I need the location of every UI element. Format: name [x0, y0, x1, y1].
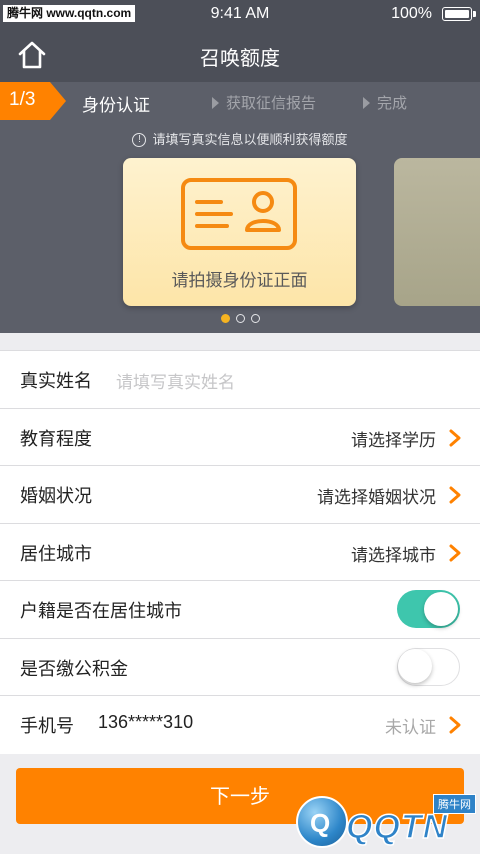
- education-select[interactable]: 请选择学历: [351, 426, 436, 451]
- name-row[interactable]: 真实姓名 请填写真实姓名: [0, 351, 480, 409]
- chevron-right-icon: [449, 716, 461, 734]
- carousel-dots: [0, 314, 480, 323]
- chevron-right-icon: [449, 486, 461, 504]
- id-card-banner: ! 请填写真实信息以便顺利获得额度 请拍摄身份证正面: [0, 120, 480, 333]
- phone-row[interactable]: 手机号 136*****310 未认证: [0, 696, 480, 754]
- step-indicator: 1/3 身份认证 获取征信报告 完成: [0, 82, 480, 120]
- step-next-done: 完成: [363, 92, 407, 113]
- city-row[interactable]: 居住城市 请选择城市: [0, 524, 480, 581]
- status-bar: 腾牛网 www.qqtn.com 9:41 AM 100%: [0, 0, 480, 28]
- fund-toggle[interactable]: [397, 647, 460, 686]
- city-label: 居住城市: [20, 543, 92, 565]
- triangle-right-icon: [212, 96, 219, 109]
- nav-bar: 召唤额度: [0, 28, 480, 82]
- name-input[interactable]: 请填写真实姓名: [116, 368, 235, 393]
- carousel-dot-2[interactable]: [235, 314, 245, 323]
- step-next-done-label: 完成: [377, 94, 408, 112]
- city-select[interactable]: 请选择城市: [351, 541, 436, 566]
- name-label: 真实姓名: [20, 371, 92, 392]
- education-label: 教育程度: [20, 428, 92, 450]
- id-card-icon: [181, 178, 297, 250]
- watermark-brand-sub: 腾牛网: [433, 794, 476, 814]
- hukou-toggle[interactable]: [397, 590, 460, 628]
- fund-row: 是否缴公积金: [0, 639, 480, 696]
- step-next-credit: 获取征信报告: [212, 92, 316, 113]
- page-title: 召唤额度: [200, 46, 280, 70]
- education-row[interactable]: 教育程度 请选择学历: [0, 409, 480, 466]
- step-progress: 1/3: [9, 89, 36, 110]
- battery-icon: [442, 7, 476, 21]
- triangle-right-icon: [363, 96, 370, 109]
- marital-label: 婚姻状况: [20, 486, 92, 507]
- carousel-dot-1[interactable]: [220, 314, 230, 323]
- phone-verify-status[interactable]: 未认证: [385, 713, 436, 738]
- step-current: 身份认证: [82, 96, 150, 116]
- marital-select[interactable]: 请选择婚姻状况: [317, 483, 436, 508]
- phone-number: 136*****310: [98, 712, 194, 732]
- chevron-right-icon: [449, 544, 461, 561]
- step-next-credit-label: 获取征信报告: [226, 94, 317, 112]
- carousel-dot-3[interactable]: [250, 314, 260, 323]
- chevron-right-icon: [449, 429, 461, 446]
- marital-row[interactable]: 婚姻状况 请选择婚姻状况: [0, 466, 480, 524]
- battery-percent: 100%: [391, 5, 432, 22]
- hukou-row: 户籍是否在居住城市: [0, 581, 480, 639]
- info-form: 真实姓名 请填写真实姓名 教育程度 请选择学历 婚姻状况 请选择婚姻状况 居住城…: [0, 350, 480, 754]
- id-card-front-upload[interactable]: 请拍摄身份证正面: [123, 158, 356, 306]
- phone-label: 手机号: [20, 716, 74, 737]
- site-watermark-logo: Q QQTN 腾牛网: [296, 794, 476, 850]
- info-tip: ! 请填写真实信息以便顺利获得额度: [0, 129, 480, 148]
- toggle-knob: [424, 592, 458, 626]
- id-card-label: 请拍摄身份证正面: [171, 271, 308, 291]
- step-progress-badge: 1/3: [0, 82, 66, 120]
- id-card-back-preview[interactable]: [394, 158, 480, 306]
- fund-label: 是否缴公积金: [20, 658, 128, 680]
- globe-logo-icon: Q: [296, 796, 348, 848]
- info-icon: !: [132, 132, 147, 147]
- info-tip-text: 请填写真实信息以便顺利获得额度: [152, 133, 348, 148]
- toggle-knob: [398, 649, 432, 683]
- hukou-label: 户籍是否在居住城市: [20, 601, 182, 622]
